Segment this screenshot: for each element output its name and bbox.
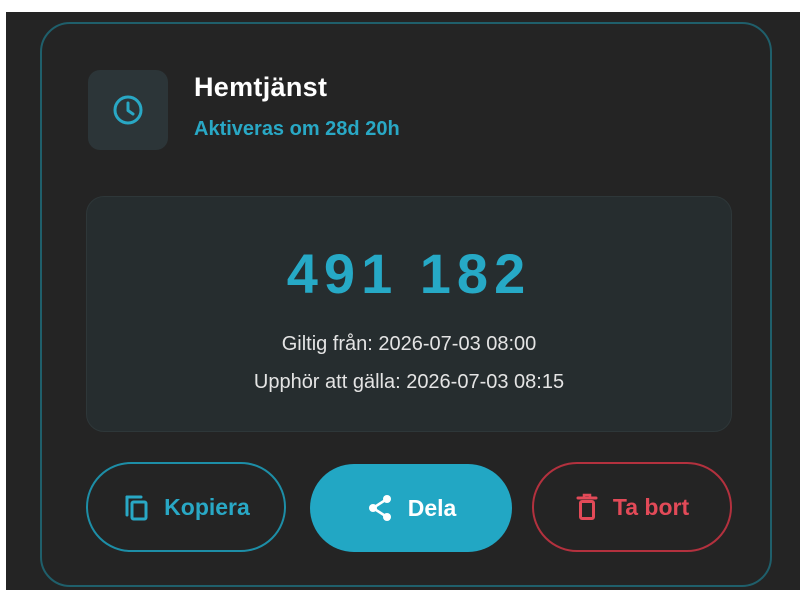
clock-icon-tile [88, 70, 168, 150]
clock-icon [113, 95, 143, 125]
copy-button[interactable]: Kopiera [86, 462, 286, 552]
share-button[interactable]: Dela [310, 464, 512, 552]
valid-to-text: Upphör att gälla: 2026-07-03 08:15 [253, 371, 565, 393]
copy-icon [125, 495, 148, 521]
delete-button[interactable]: Ta bort [532, 462, 732, 552]
access-code: 491 182 [286, 242, 532, 305]
activation-status: Aktiveras om 28d 20h [194, 118, 400, 140]
copy-button-label: Kopiera [164, 493, 250, 520]
code-card: Hemtjänst Aktiveras om 28d 20h 491 182 G… [40, 22, 772, 587]
card-title: Hemtjänst [194, 72, 328, 102]
app-screen: Hemtjänst Aktiveras om 28d 20h 491 182 G… [6, 12, 800, 590]
share-button-label: Dela [407, 494, 457, 521]
valid-from-text: Giltig från: 2026-07-03 08:00 [281, 333, 537, 355]
delete-button-label: Ta bort [612, 493, 690, 520]
share-icon [368, 495, 391, 521]
code-panel: 491 182 Giltig från: 2026-07-03 08:00 Up… [86, 196, 732, 432]
trash-icon [576, 493, 598, 520]
